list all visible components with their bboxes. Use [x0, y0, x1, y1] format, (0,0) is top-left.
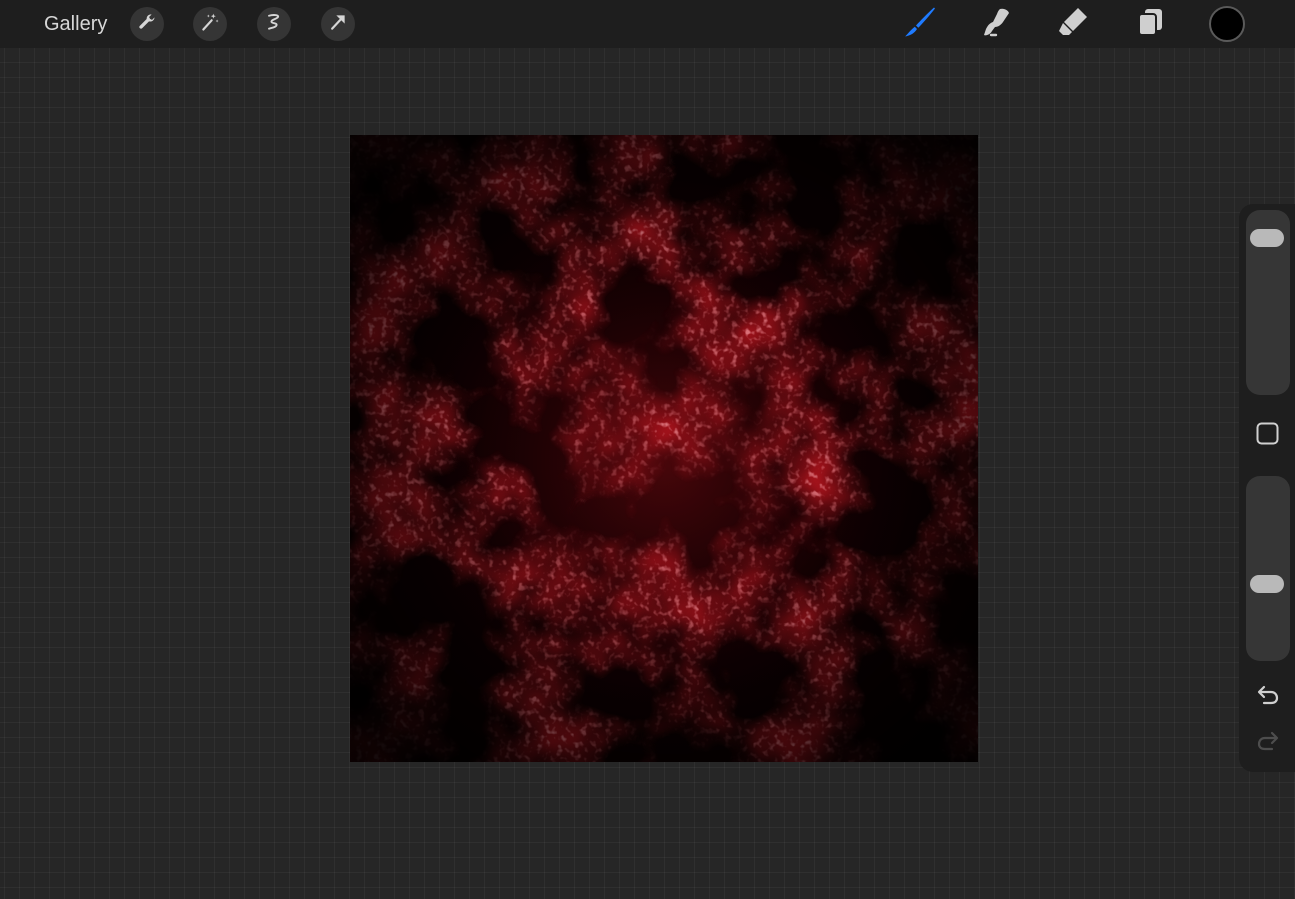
eraser-button[interactable]	[1055, 6, 1091, 42]
brush-opacity-slider-thumb[interactable]	[1250, 575, 1284, 593]
layers-icon	[1133, 5, 1167, 44]
actions-button[interactable]	[130, 7, 164, 41]
wrench-icon	[137, 12, 157, 37]
red-texture-artwork	[350, 135, 978, 762]
undo-icon	[1255, 683, 1281, 712]
transform-button[interactable]	[321, 7, 355, 41]
brush-size-slider-thumb[interactable]	[1250, 229, 1284, 247]
top-toolbar: Gallery	[0, 0, 1295, 48]
adjustments-button[interactable]	[193, 7, 227, 41]
gallery-button[interactable]: Gallery	[44, 10, 107, 38]
artwork-canvas[interactable]	[350, 135, 978, 762]
color-swatch-button[interactable]	[1209, 6, 1245, 42]
brush-opacity-slider[interactable]	[1246, 476, 1290, 661]
selection-button[interactable]	[257, 7, 291, 41]
redo-button[interactable]	[1253, 729, 1283, 757]
redo-icon	[1255, 729, 1281, 758]
modify-button[interactable]	[1255, 421, 1280, 451]
smudge-icon	[979, 5, 1013, 44]
magic-wand-icon	[200, 12, 220, 37]
brush-icon	[903, 5, 937, 44]
brush-button[interactable]	[902, 6, 938, 42]
smudge-button[interactable]	[978, 6, 1014, 42]
transform-arrow-icon	[328, 12, 348, 37]
layers-button[interactable]	[1132, 6, 1168, 42]
undo-button[interactable]	[1253, 683, 1283, 711]
square-icon	[1255, 421, 1280, 451]
selection-icon	[264, 12, 284, 37]
eraser-icon	[1056, 5, 1090, 44]
brush-size-slider[interactable]	[1246, 210, 1290, 395]
